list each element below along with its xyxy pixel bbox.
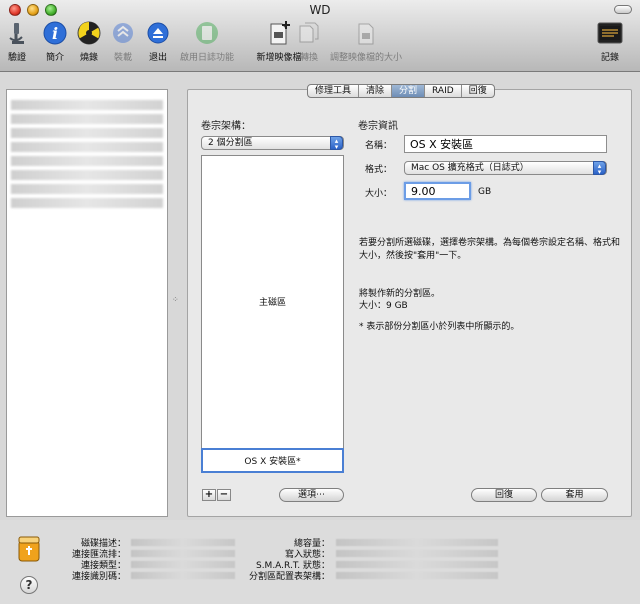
name-label: 名稱： xyxy=(364,141,392,151)
tab-restore[interactable]: 回復 xyxy=(462,85,494,97)
write-status-value xyxy=(336,550,498,557)
disk-list-item[interactable] xyxy=(11,128,163,138)
disk-list-item[interactable] xyxy=(11,114,163,124)
resize-image-icon xyxy=(353,20,379,46)
remove-partition-button[interactable]: − xyxy=(217,489,231,501)
toolbar-resize-image-label: 調整映像檔的大小 xyxy=(330,53,403,63)
toolbar-eject-label: 退出 xyxy=(148,53,167,63)
toolbar-log-label: 記錄 xyxy=(600,53,619,63)
disk-list-item[interactable] xyxy=(11,100,163,110)
options-button[interactable]: 選項⋯ xyxy=(279,488,344,502)
disk-utility-tabs: 修理工具 清除 分割 RAID 回復 xyxy=(307,84,495,98)
partition-main[interactable]: 主磁區 xyxy=(202,156,343,446)
console-log-icon xyxy=(597,20,623,46)
partition-selected[interactable]: OS X 安裝區* xyxy=(201,448,344,473)
tab-raid[interactable]: RAID xyxy=(425,85,462,97)
volume-scheme-label: 卷宗架構： xyxy=(201,121,251,132)
revert-button[interactable]: 回復 xyxy=(471,488,537,502)
disk-list-item[interactable] xyxy=(11,142,163,152)
tab-partition[interactable]: 分割 xyxy=(392,85,426,97)
disk-list-sidebar[interactable] xyxy=(6,89,168,517)
volume-scheme-popup[interactable]: 2 個分割區 ▴ ▾ xyxy=(201,136,344,151)
disk-list-item[interactable] xyxy=(11,170,163,180)
split-view-handle[interactable]: ⁘ xyxy=(172,295,179,304)
toolbar-journal-label: 啟用日誌功能 xyxy=(179,53,234,63)
toolbar-convert-label: 轉換 xyxy=(299,53,318,63)
add-partition-button[interactable]: + xyxy=(202,489,216,501)
convert-icon xyxy=(296,20,322,46)
disk-list-item[interactable] xyxy=(11,184,163,194)
volume-info-label: 卷宗資訊 xyxy=(358,121,398,132)
format-label: 格式： xyxy=(364,165,392,175)
partition-map-scheme-label: 分割區配置表架構： xyxy=(248,572,330,582)
toolbar-journal-button[interactable]: 啟用日誌功能 xyxy=(177,20,237,63)
eject-icon xyxy=(145,20,171,46)
partition-layout-map[interactable]: 主磁區 xyxy=(201,155,344,451)
tab-erase[interactable]: 清除 xyxy=(359,85,393,97)
smart-status-value xyxy=(336,561,498,568)
svg-text:i: i xyxy=(52,24,58,43)
toolbar-resize-image-button[interactable]: 調整映像檔的大小 xyxy=(330,20,402,63)
window-title: WD xyxy=(309,3,331,17)
volume-scheme-value: 2 個分割區 xyxy=(208,138,253,148)
connection-type-value xyxy=(131,561,235,568)
size-label: 大小： xyxy=(364,189,392,199)
volume-name-field[interactable] xyxy=(404,135,607,153)
popup-arrows-icon: ▴ ▾ xyxy=(593,161,606,176)
question-mark-icon: ? xyxy=(25,578,33,592)
total-capacity-value xyxy=(336,539,498,546)
size-unit: GB xyxy=(478,187,492,197)
instructions-text: 若要分割所選磁碟，選擇卷宗架構。為每個卷宗設定名稱、格式和大小，然後按"套用"一… xyxy=(359,238,621,261)
connection-bus-value xyxy=(131,550,235,557)
toolbar-log-button[interactable]: 記錄 xyxy=(590,20,630,63)
external-drive-icon xyxy=(17,535,41,566)
partition-selected-label: OS X 安裝區* xyxy=(244,457,301,467)
journal-icon xyxy=(194,20,220,46)
disk-list-item[interactable] xyxy=(11,198,163,208)
disk-description-value xyxy=(131,539,235,546)
partition-note: * 表示部份分割區小於列表中所顯示的。 xyxy=(359,322,520,332)
connection-id-label: 連接識別碼： xyxy=(71,572,126,582)
disk-info-panel: 磁碟描述： 連接匯流排： 連接類型： 連接識別碼： 總容量： 寫入狀態： S.M… xyxy=(0,520,640,604)
popup-arrows-icon: ▴ ▾ xyxy=(330,136,343,151)
partition-main-label: 主磁區 xyxy=(258,297,286,308)
help-button[interactable]: ? xyxy=(20,576,38,594)
window-toolbar: WD 驗證 i 簡介 燒錄 裝載 退出 啟用日誌功能 新增映像檔 轉換 調整映像… xyxy=(0,0,640,72)
tab-first-aid[interactable]: 修理工具 xyxy=(308,85,360,97)
new-partition-text-line2: 大小：9 GB xyxy=(359,301,408,311)
disk-list-item[interactable] xyxy=(11,156,163,166)
format-value: Mac OS 擴充格式（日誌式） xyxy=(411,163,529,173)
volume-size-field[interactable] xyxy=(404,182,471,200)
apply-button[interactable]: 套用 xyxy=(541,488,608,502)
partition-map-scheme-value xyxy=(336,572,498,579)
format-popup[interactable]: Mac OS 擴充格式（日誌式） ▴ ▾ xyxy=(404,161,607,176)
toolbar-toggle-button[interactable] xyxy=(614,5,632,14)
toolbar-verify-label: 驗證 xyxy=(7,53,26,63)
